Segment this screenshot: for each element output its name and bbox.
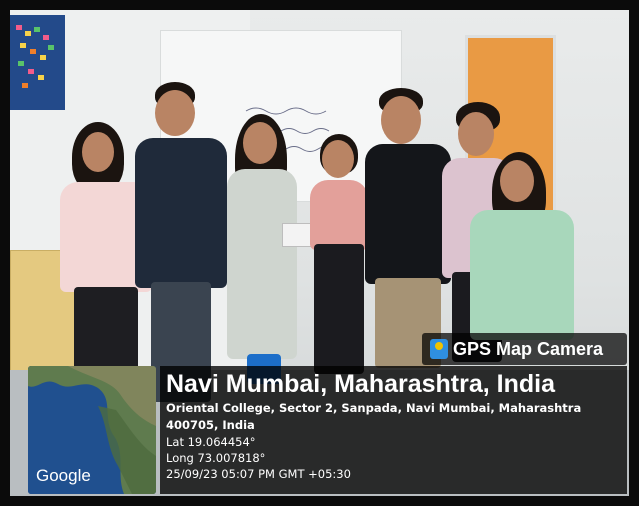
notice-board bbox=[10, 15, 65, 110]
google-attribution: Google bbox=[36, 466, 91, 485]
timestamp: 25/09/23 05:07 PM GMT +05:30 bbox=[166, 467, 351, 481]
location-info-panel: Navi Mumbai, Maharashtra, India Oriental… bbox=[160, 366, 627, 494]
image-frame: GPS Map Camera Google Navi Mumbai, Mahar… bbox=[0, 0, 639, 506]
map-thumbnail: Google bbox=[28, 366, 156, 494]
location-title: Navi Mumbai, Maharashtra, India bbox=[166, 370, 555, 398]
location-address: Oriental College, Sector 2, Sanpada, Nav… bbox=[166, 401, 582, 432]
gps-map-camera-badge: GPS Map Camera bbox=[422, 333, 627, 365]
badge-label: GPS Map Camera bbox=[453, 338, 604, 359]
longitude: Long 73.007818° bbox=[166, 451, 266, 465]
latitude: Lat 19.064454° bbox=[166, 435, 256, 449]
group-photo: GPS Map Camera Google Navi Mumbai, Mahar… bbox=[10, 10, 629, 496]
map-pin-icon bbox=[430, 339, 448, 359]
